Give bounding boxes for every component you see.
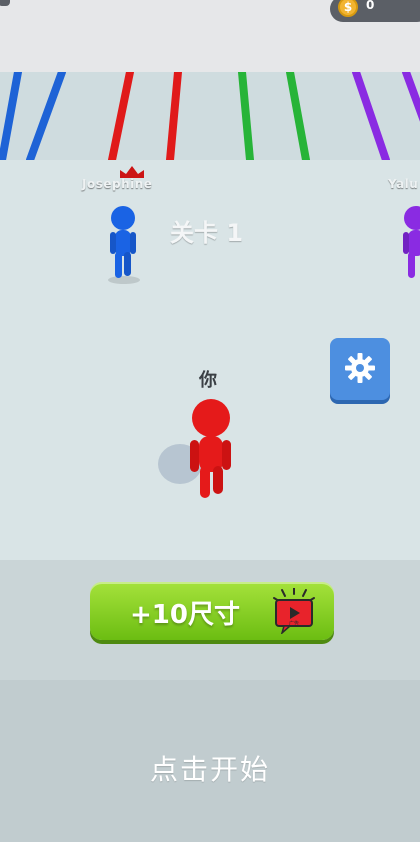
purple-runner [403, 206, 420, 278]
blue-bar [26, 72, 66, 160]
settings-button[interactable] [330, 338, 390, 400]
corner-button-fragment[interactable] [0, 0, 10, 6]
gear-icon [345, 353, 375, 383]
boost-size-label: +10尺寸 [130, 600, 240, 630]
you-label: 你 [199, 370, 217, 391]
opponent-name-right: Yalu [388, 177, 419, 191]
lane-bars [0, 72, 420, 160]
tap-to-start-text[interactable]: 点击开始 [0, 748, 420, 788]
red-bar [166, 72, 182, 160]
red-bar [108, 72, 134, 160]
green-bar [238, 72, 254, 160]
blue-runner [108, 206, 140, 284]
level-title: 关卡 1 [170, 219, 244, 247]
opponent-name-left: Josephine [82, 177, 153, 191]
boost-size-button[interactable]: +10尺寸 广告 [90, 582, 334, 640]
video-ad-icon: 广告 [273, 588, 315, 634]
player-runner [158, 399, 231, 498]
purple-bar [402, 72, 420, 122]
lane-track [0, 72, 420, 160]
video-ad-caption: 广告 [289, 620, 299, 627]
purple-bar [352, 72, 390, 160]
blue-bar [0, 72, 22, 160]
green-bar [286, 72, 310, 160]
coin-count: 0 [366, 0, 375, 12]
